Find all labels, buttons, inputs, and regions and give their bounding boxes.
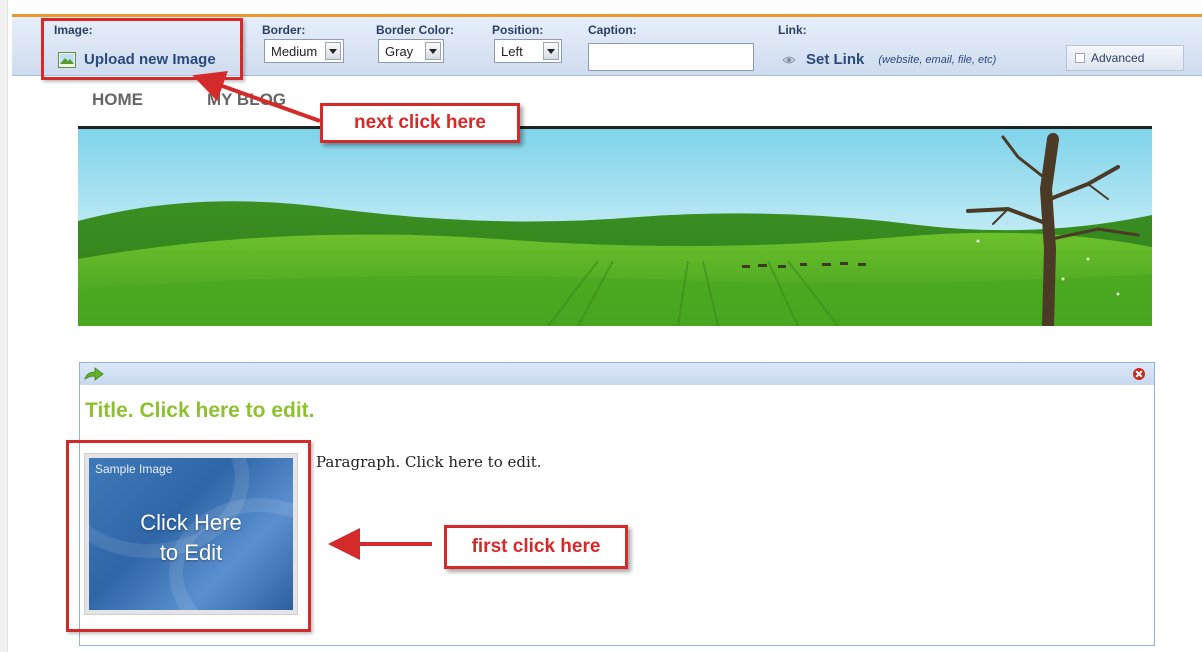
header-banner-image [78, 129, 1152, 326]
border-select-value: Medium [271, 43, 318, 59]
position-select[interactable]: Left [494, 39, 562, 63]
block-paragraph[interactable]: Paragraph. Click here to edit. [316, 453, 542, 471]
next-click-callout: next click here [320, 103, 520, 143]
upload-highlight-box [41, 18, 243, 80]
set-link-text: Set Link [806, 51, 865, 68]
border-color-select-value: Gray [385, 43, 414, 59]
caption-input[interactable] [588, 43, 754, 71]
set-link-hint: (website, email, file, etc) [878, 53, 997, 66]
advanced-button[interactable]: Advanced [1066, 45, 1184, 71]
advanced-checkbox-icon [1075, 53, 1085, 63]
sample-image-highlight-box [66, 440, 311, 632]
position-select-value: Left [501, 43, 523, 59]
dropdown-arrow-icon [425, 42, 441, 60]
content-block-header [80, 363, 1154, 385]
nav-my-blog[interactable]: MY BLOG [207, 90, 286, 110]
caption-label: Caption: [588, 23, 637, 37]
dropdown-arrow-icon [543, 42, 559, 60]
link-label: Link: [778, 23, 807, 37]
dropdown-arrow-icon [325, 42, 341, 60]
border-color-label: Border Color: [376, 23, 454, 37]
page-left-edge [0, 0, 8, 652]
position-group: Position: [492, 23, 543, 37]
border-color-select[interactable]: Gray [378, 39, 444, 63]
caption-group: Caption: [588, 23, 637, 37]
link-group: Link: [778, 23, 807, 37]
nav-home[interactable]: HOME [92, 90, 143, 110]
set-link-button[interactable]: Set Link (website, email, file, etc) [782, 51, 996, 68]
close-icon[interactable] [1133, 368, 1145, 380]
border-group: Border: [262, 23, 305, 37]
first-click-callout: first click here [444, 525, 628, 569]
position-label: Position: [492, 23, 544, 37]
eye-icon [782, 56, 796, 63]
landscape-graphic [78, 129, 1152, 326]
advanced-label: Advanced [1091, 51, 1145, 65]
move-arrow-icon[interactable] [84, 367, 104, 381]
border-label: Border: [262, 23, 306, 37]
border-select[interactable]: Medium [264, 39, 344, 63]
block-title[interactable]: Title. Click here to edit. [85, 399, 315, 423]
border-color-group: Border Color: [376, 23, 454, 37]
